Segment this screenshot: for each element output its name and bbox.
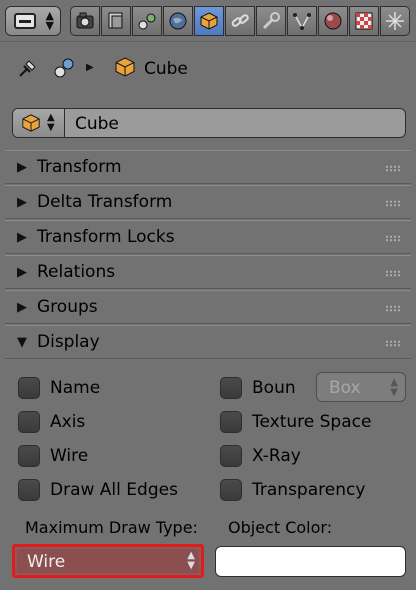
material-icon: [324, 12, 342, 30]
tab-data[interactable]: [287, 6, 317, 36]
axis-checkbox[interactable]: [18, 411, 40, 433]
tab-constraints[interactable]: [225, 6, 255, 36]
panel-title: Delta Transform: [37, 192, 173, 212]
context-tabs: [70, 6, 411, 36]
draw-all-edges-label: Draw All Edges: [50, 480, 178, 500]
panel-relations[interactable]: ▶ Relations: [5, 255, 411, 289]
collapse-arrow-icon: ▼: [17, 335, 27, 350]
breadcrumb-object-label: Cube: [144, 59, 188, 79]
drag-handle-icon[interactable]: [385, 200, 401, 207]
cube-icon: [22, 114, 40, 132]
wire-label: Wire: [50, 446, 89, 466]
panel-title: Display: [37, 332, 100, 352]
expand-arrow-icon: ▶: [17, 195, 27, 210]
properties-editor-icon: [14, 13, 36, 29]
panel-transform[interactable]: ▶ Transform: [5, 150, 411, 184]
drag-handle-icon[interactable]: [385, 305, 401, 312]
render-layers-icon: [108, 12, 123, 29]
max-draw-type-label: Maximum Draw Type:: [25, 518, 198, 537]
cube-icon: [115, 57, 135, 77]
drag-handle-icon[interactable]: [385, 235, 401, 242]
updown-arrows-icon: ▲ ▼: [390, 377, 398, 398]
expand-arrow-icon: ▶: [17, 300, 27, 315]
drag-handle-icon[interactable]: [385, 340, 401, 347]
tab-object[interactable]: [194, 6, 224, 36]
axis-label: Axis: [50, 412, 86, 432]
panel-groups[interactable]: ▶ Groups: [5, 290, 411, 324]
max-draw-type-select[interactable]: Wire ▲ ▼: [12, 544, 204, 578]
object-icon: [200, 12, 218, 30]
bounds-type-select[interactable]: Box ▲ ▼: [316, 372, 406, 402]
panel-title: Transform: [37, 157, 122, 177]
tab-scene[interactable]: [132, 6, 162, 36]
tab-render[interactable]: [70, 6, 100, 36]
tab-material[interactable]: [318, 6, 348, 36]
data-icon: [293, 13, 311, 30]
scene-icon: [54, 58, 74, 78]
texture-space-label: Texture Space: [252, 412, 372, 432]
scene-icon: [138, 13, 156, 30]
particles-icon: [386, 12, 404, 30]
drag-handle-icon[interactable]: [385, 270, 401, 277]
object-color-label: Object Color:: [228, 518, 333, 537]
panel-title: Relations: [37, 262, 116, 282]
xray-label: X-Ray: [252, 446, 301, 466]
modifiers-icon: [262, 12, 280, 30]
drag-handle-icon[interactable]: [385, 165, 401, 172]
panel-transform-locks[interactable]: ▶ Transform Locks: [5, 220, 411, 254]
updown-arrows-icon: ▲ ▼: [47, 112, 55, 133]
constraints-icon: [231, 14, 249, 27]
editor-type-menu[interactable]: ▲ ▼: [5, 6, 61, 36]
panel-title: Transform Locks: [37, 227, 175, 247]
world-icon: [169, 12, 187, 30]
transparency-label: Transparency: [252, 480, 366, 500]
tab-texture[interactable]: [349, 6, 379, 36]
object-name-input[interactable]: Cube: [75, 114, 119, 134]
expand-arrow-icon: ▶: [17, 230, 27, 245]
panel-delta-transform[interactable]: ▶ Delta Transform: [5, 185, 411, 219]
bounds-type-value: Box: [329, 378, 361, 398]
tab-render-layers[interactable]: [101, 6, 131, 36]
expand-arrow-icon: ▶: [17, 265, 27, 280]
object-browse-button[interactable]: ▲ ▼: [13, 109, 65, 137]
render-icon: [76, 12, 94, 29]
texture-icon: [355, 12, 373, 30]
updown-arrows-icon: ▲ ▼: [187, 550, 195, 571]
breadcrumb-separator-icon: ▶: [86, 62, 94, 73]
tab-particles[interactable]: [380, 6, 410, 36]
transparency-checkbox[interactable]: [220, 479, 242, 501]
object-color-swatch[interactable]: [215, 546, 406, 577]
updown-arrows-icon: ▲ ▼: [45, 9, 54, 32]
object-name-field[interactable]: ▲ ▼ Cube: [12, 108, 406, 138]
max-draw-type-value: Wire: [27, 552, 66, 572]
expand-arrow-icon: ▶: [17, 160, 27, 175]
panel-title: Groups: [37, 297, 98, 317]
tab-world[interactable]: [163, 6, 193, 36]
bounds-label: Boun: [252, 378, 296, 398]
bounds-checkbox[interactable]: [220, 377, 242, 399]
texture-space-checkbox[interactable]: [220, 411, 242, 433]
name-checkbox[interactable]: [18, 377, 40, 399]
xray-checkbox[interactable]: [220, 445, 242, 467]
breadcrumb: ▶ Cube: [0, 42, 416, 98]
pin-icon[interactable]: [16, 56, 40, 80]
name-label: Name: [50, 378, 101, 398]
tab-modifiers[interactable]: [256, 6, 286, 36]
panel-display[interactable]: ▼ Display: [5, 325, 411, 359]
properties-header: ▲ ▼: [0, 0, 416, 42]
draw-all-edges-checkbox[interactable]: [18, 479, 40, 501]
wire-checkbox[interactable]: [18, 445, 40, 467]
